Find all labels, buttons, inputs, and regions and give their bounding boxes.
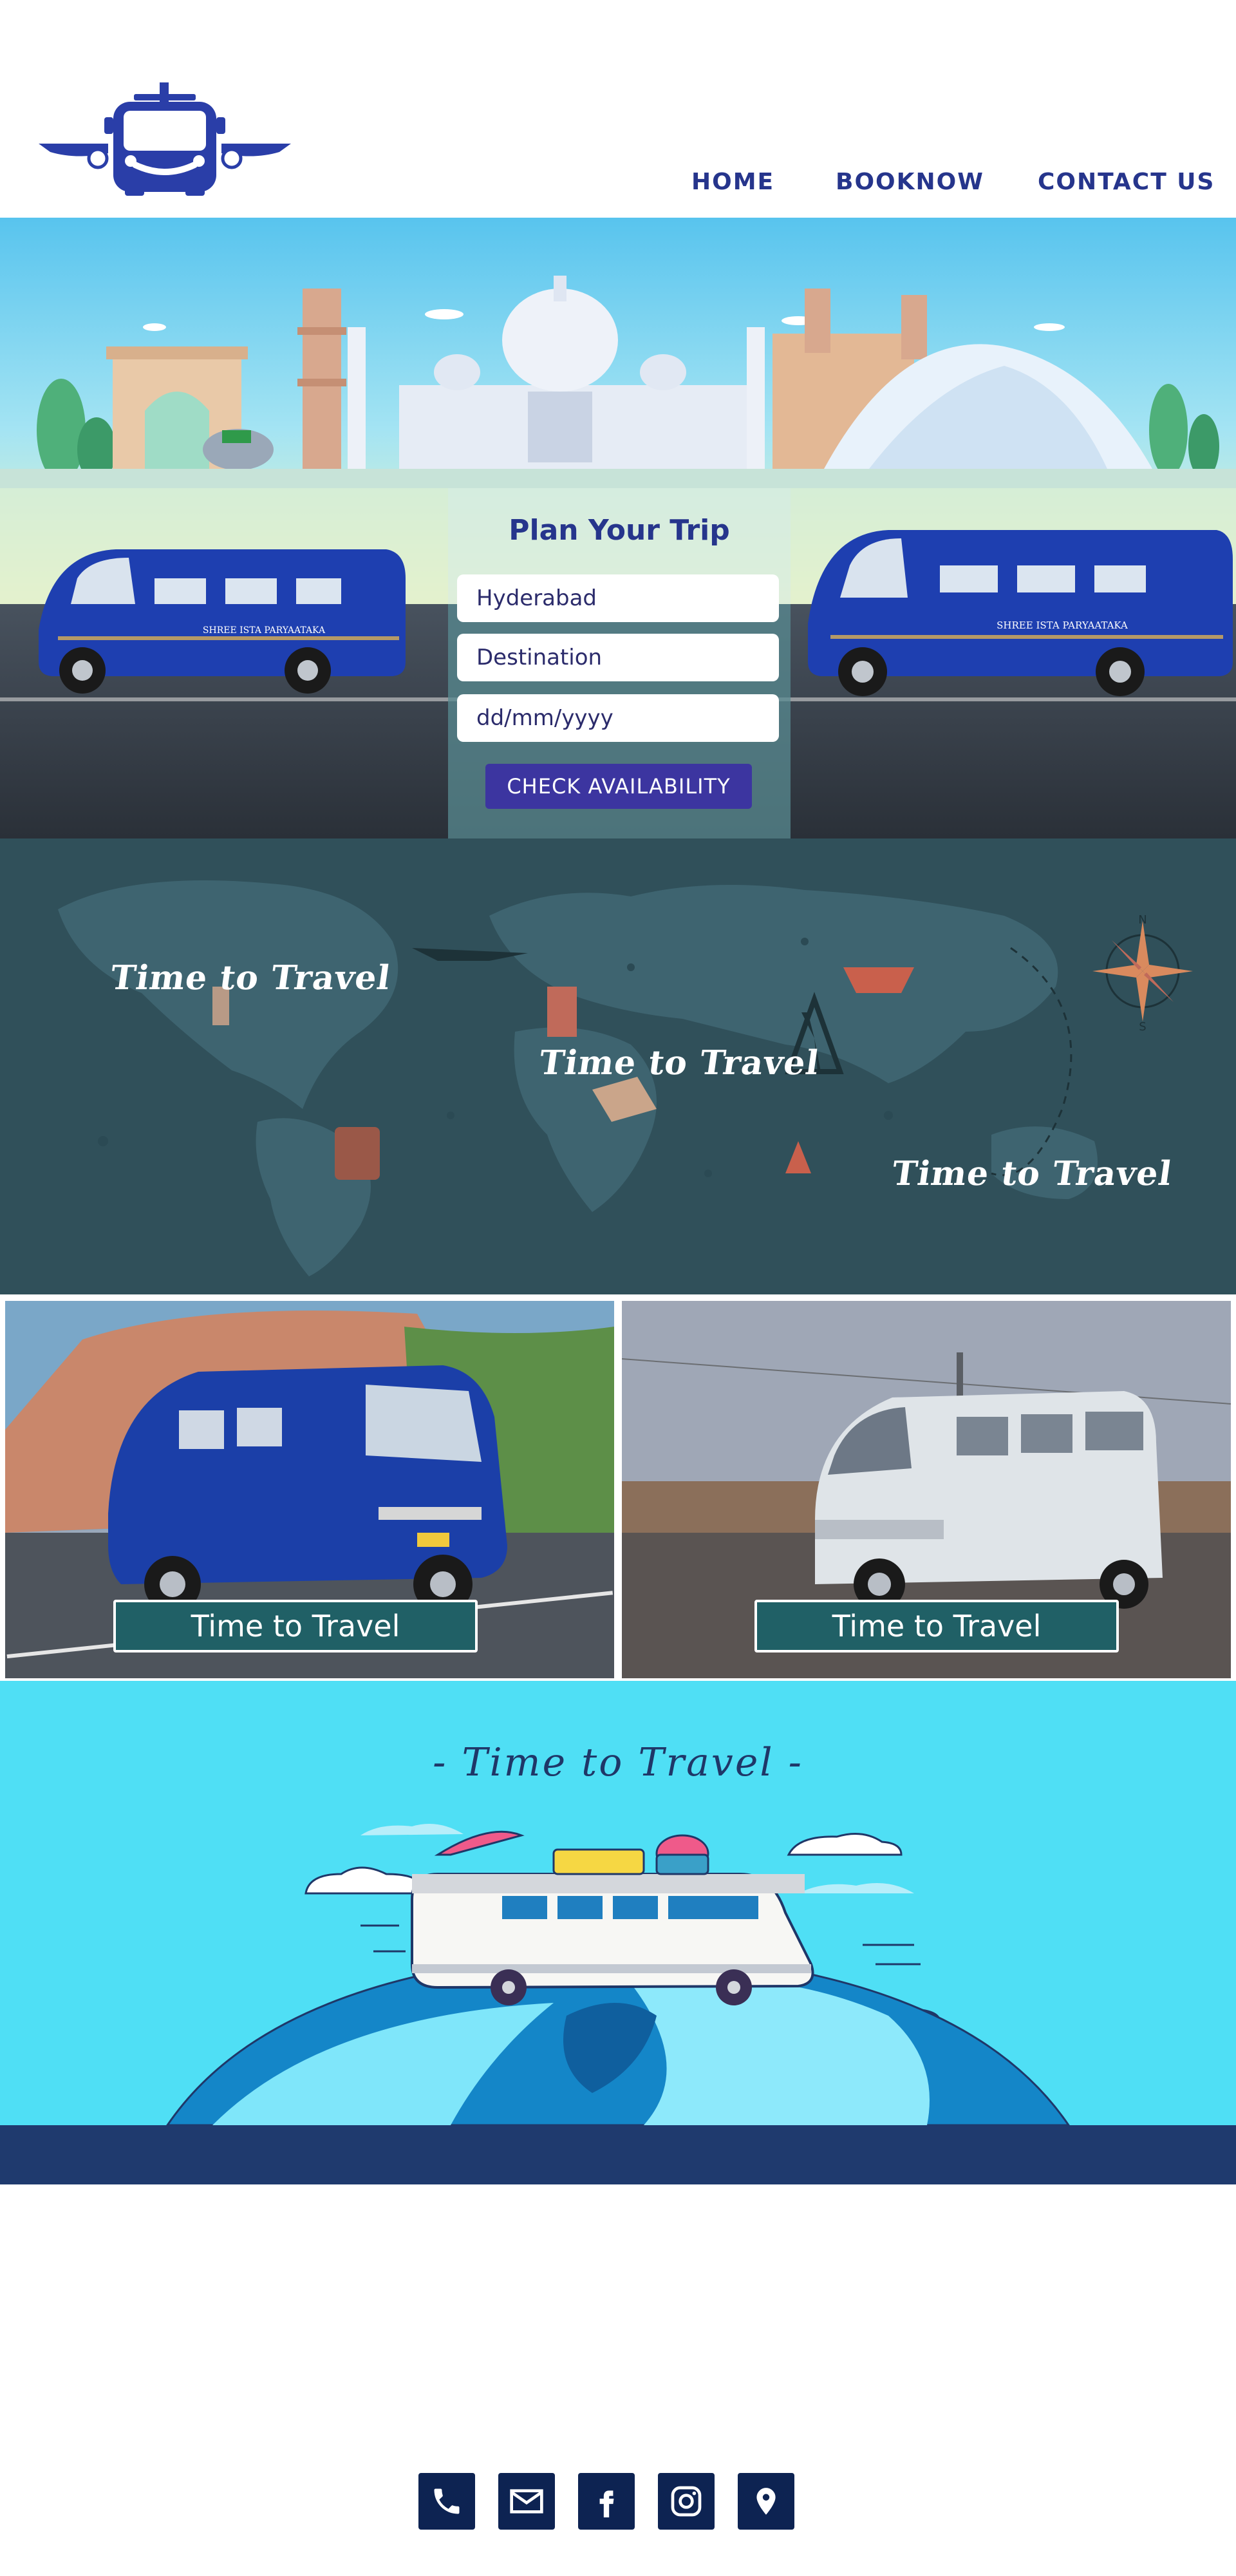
check-availability-button[interactable]: CHECK AVAILABILITY (485, 764, 752, 809)
van-right (808, 530, 1233, 696)
compass-north-label: N (1138, 913, 1147, 927)
banner-title: - Time to Travel - (433, 1740, 803, 1785)
compass-icon (1092, 921, 1193, 1021)
world-map-section: N S Time to Travel Time to Travel Time t… (0, 838, 1236, 1294)
photo-white-van[interactable]: Time to Travel (622, 1301, 1231, 1678)
van-left-text: SHREE ISTA PARYAATAKA (203, 625, 326, 636)
footer-bar (0, 2125, 1236, 2184)
map-tagline-1: Time to Travel (108, 958, 393, 998)
site-header: HOME BOOKNOW CONTACT US (0, 0, 1236, 218)
van-left (39, 549, 406, 694)
map-tagline-2: Time to Travel (536, 1043, 822, 1083)
nav-home[interactable]: HOME (691, 169, 774, 195)
from-city-input[interactable] (457, 574, 779, 622)
instagram-icon[interactable] (658, 2473, 715, 2530)
map-tagline-3: Time to Travel (889, 1154, 1175, 1193)
location-pin-icon[interactable] (738, 2473, 794, 2530)
van-right-text: SHREE ISTA PARYAATAKA (997, 620, 1128, 631)
photo-blue-van[interactable]: Time to Travel (5, 1301, 614, 1678)
bus-plane-logo[interactable] (37, 82, 292, 196)
phone-icon[interactable] (418, 2473, 475, 2530)
fleet-gallery: Time to Travel Time to Travel (0, 1294, 1236, 1681)
compass-south-label: S (1139, 1020, 1146, 1034)
mail-icon[interactable] (498, 2473, 555, 2530)
vintage-bus-icon (411, 1873, 814, 2005)
nav-contact-us[interactable]: CONTACT US (1038, 169, 1215, 195)
date-input[interactable] (457, 694, 779, 742)
facebook-icon[interactable] (578, 2473, 635, 2530)
destination-input[interactable] (457, 634, 779, 681)
plan-trip-title: Plan Your Trip (509, 514, 730, 547)
time-to-travel-button-right[interactable]: Time to Travel (754, 1600, 1119, 1653)
nav-booknow[interactable]: BOOKNOW (836, 169, 984, 195)
social-links (0, 2473, 1236, 2531)
travel-banner: - Time to Travel - (0, 1681, 1236, 2125)
time-to-travel-button-left[interactable]: Time to Travel (113, 1600, 478, 1653)
